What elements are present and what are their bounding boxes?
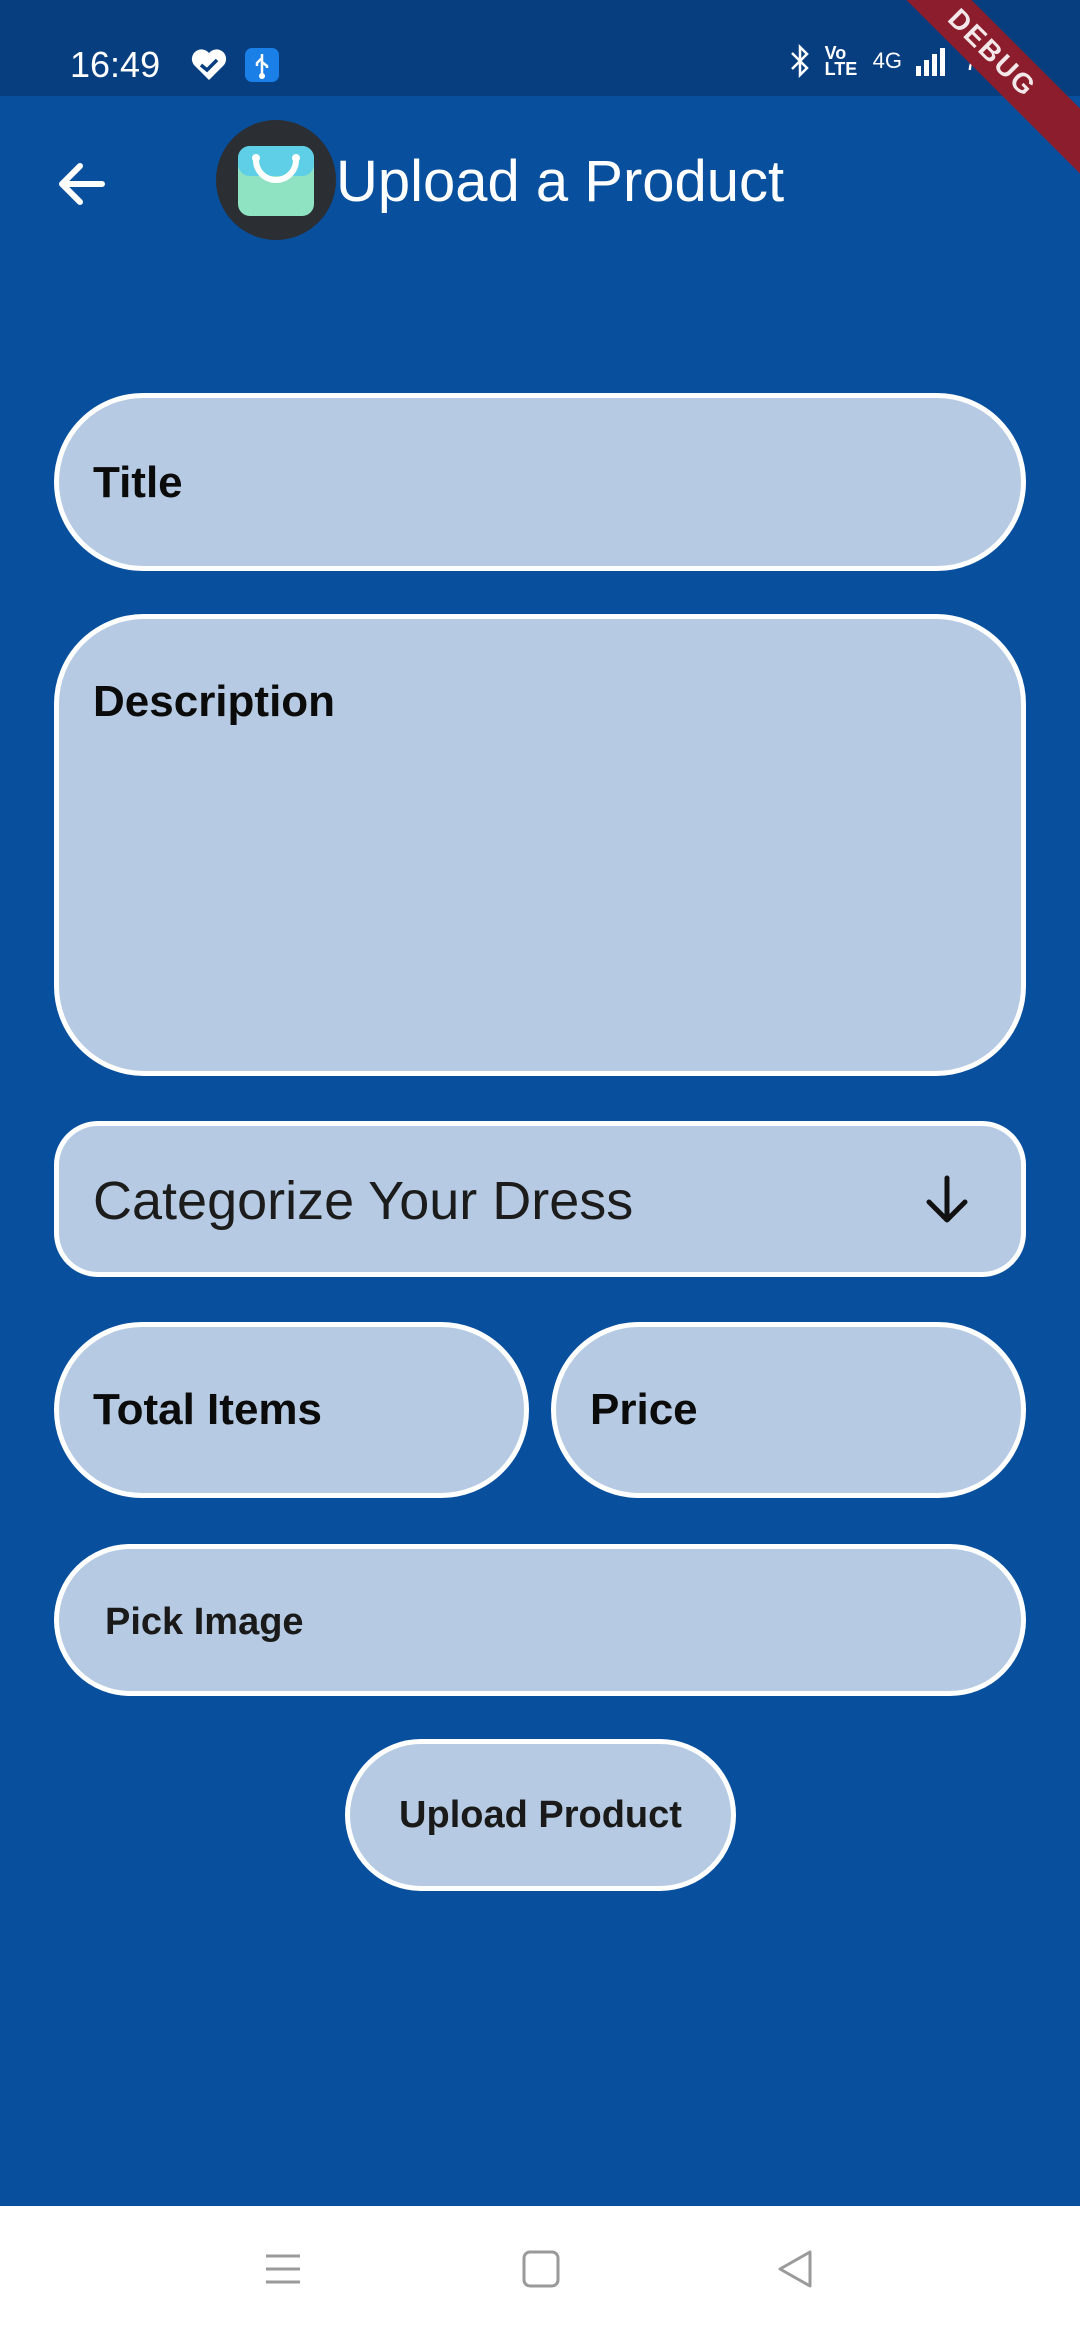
system-nav-bar bbox=[0, 2206, 1080, 2340]
arrow-down-icon bbox=[926, 1175, 968, 1223]
title-placeholder: Title bbox=[93, 458, 183, 507]
app-bar: Upload a Product bbox=[0, 96, 1080, 268]
network-label: 4G bbox=[872, 48, 902, 73]
menu-icon[interactable] bbox=[262, 2248, 304, 2290]
arrow-left-icon[interactable] bbox=[52, 154, 112, 214]
title-input[interactable]: Title bbox=[54, 393, 1026, 571]
price-input[interactable]: Price bbox=[551, 1322, 1026, 1498]
description-input[interactable]: Description bbox=[54, 614, 1026, 1076]
shopping-bag-icon bbox=[238, 146, 314, 216]
usb-icon bbox=[245, 48, 279, 82]
status-bar: 16:49 Vo LTE 4G 77% DEBUG bbox=[0, 0, 1080, 176]
total-items-input[interactable]: Total Items bbox=[54, 1322, 529, 1498]
price-placeholder: Price bbox=[590, 1385, 698, 1434]
home-square-icon[interactable] bbox=[520, 2248, 562, 2290]
category-dropdown[interactable]: Categorize Your Dress bbox=[54, 1121, 1026, 1277]
description-placeholder: Description bbox=[93, 677, 336, 726]
back-triangle-icon[interactable] bbox=[774, 2248, 816, 2290]
pick-image-button[interactable]: Pick Image bbox=[54, 1544, 1026, 1696]
status-time: 16:49 bbox=[70, 44, 161, 85]
signal-icon bbox=[915, 48, 945, 76]
app-logo bbox=[216, 120, 336, 240]
heart-check-icon bbox=[191, 49, 227, 80]
bluetooth-icon bbox=[790, 44, 809, 78]
page-title: Upload a Product bbox=[336, 149, 785, 214]
volte-label: Vo LTE bbox=[824, 43, 858, 79]
category-placeholder: Categorize Your Dress bbox=[93, 1171, 634, 1231]
total-items-placeholder: Total Items bbox=[93, 1385, 323, 1434]
upload-product-button[interactable]: Upload Product bbox=[345, 1739, 736, 1891]
pick-image-label: Pick Image bbox=[105, 1601, 304, 1643]
